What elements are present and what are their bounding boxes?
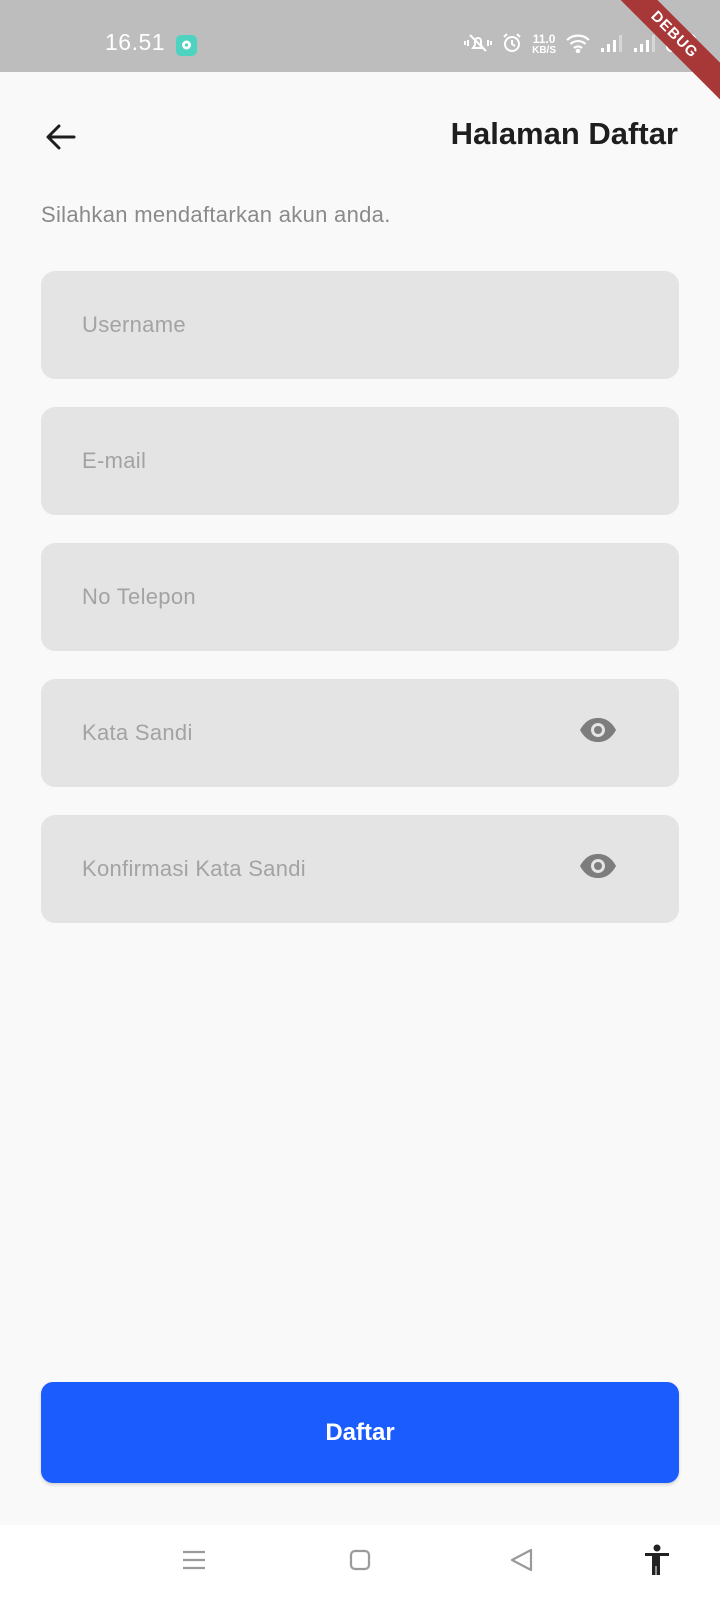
back-button[interactable] [36,114,86,164]
wifi-icon [565,33,591,58]
confirm-password-visibility-toggle[interactable] [577,849,619,887]
page-title: Halaman Daftar [450,116,678,151]
page-subtitle: Silahkan mendaftarkan akun anda. [41,202,391,227]
password-visibility-toggle[interactable] [577,713,619,751]
email-field[interactable] [41,407,679,515]
signal-icon-2 [633,33,657,58]
network-speed-value: 11.0 [532,32,556,46]
recent-apps-button[interactable] [174,1545,214,1579]
network-speed-unit: KB/S [532,45,556,56]
eye-icon [578,852,618,885]
alarm-icon [501,32,523,59]
accessibility-button[interactable] [637,1544,677,1581]
home-square-icon [348,1548,372,1577]
phone-input[interactable] [82,543,542,651]
status-bar: 16.51 11.0 KB/S DEBUG [0,0,720,108]
menu-icon [181,1549,207,1576]
username-field[interactable] [41,271,679,379]
arrow-left-icon [45,123,77,156]
password-input[interactable] [82,679,542,787]
signal-icon-1 [600,33,624,58]
register-button[interactable]: Daftar [41,1382,679,1483]
status-time: 16.51 [105,29,166,55]
system-nav-bar [0,1525,720,1600]
eye-icon [578,716,618,749]
home-button[interactable] [340,1545,380,1579]
mute-vibrate-icon [464,32,493,59]
confirm-password-field[interactable] [41,815,679,923]
app-bar: Halaman Daftar [0,72,720,198]
back-triangle-icon [509,1547,535,1578]
confirm-password-input[interactable] [82,815,542,923]
accessibility-icon [643,1544,671,1581]
chat-app-icon [176,35,197,56]
network-speed: 11.0 KB/S [532,32,556,56]
email-input[interactable] [82,407,542,515]
phone-field[interactable] [41,543,679,651]
password-field[interactable] [41,679,679,787]
username-input[interactable] [82,271,542,379]
system-back-button[interactable] [502,1545,542,1579]
